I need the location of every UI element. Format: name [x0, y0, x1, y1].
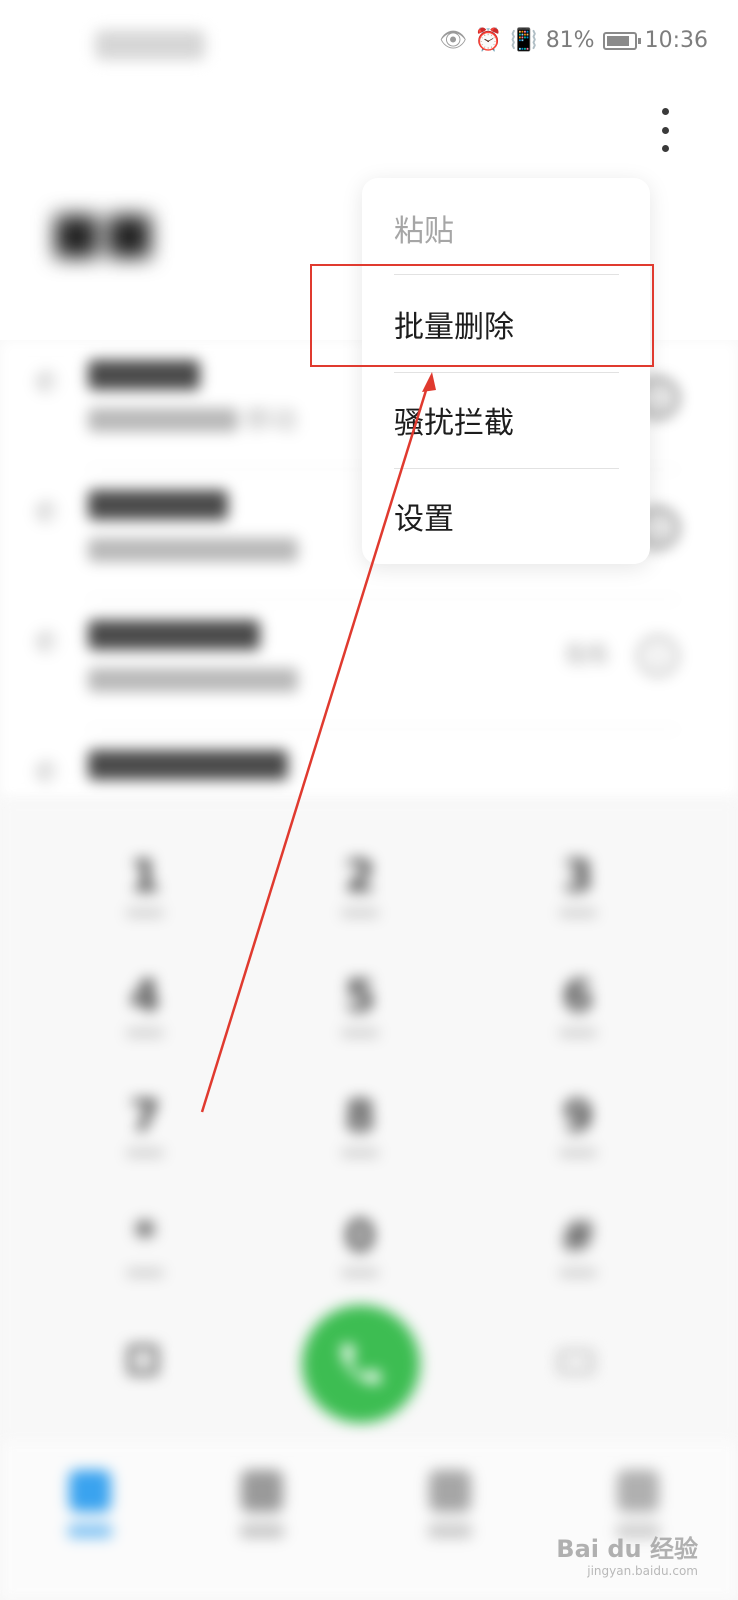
call-type-icon: ✆	[35, 628, 57, 658]
status-icons: 👁 ⏰ 📳 81% 10:36	[439, 28, 708, 53]
menu-item-settings[interactable]: 设置	[362, 468, 650, 564]
annotation-highlight-box	[310, 264, 654, 367]
contact-name	[88, 490, 228, 520]
favorites-tab-icon	[429, 1470, 471, 1512]
status-bar: 👁 ⏰ 📳 81% 10:36	[0, 0, 738, 90]
battery-icon	[602, 31, 641, 50]
call-detail	[88, 408, 238, 432]
more-tab-icon	[617, 1470, 659, 1512]
contact-name	[88, 620, 260, 650]
clock: 10:36	[644, 28, 708, 53]
carrier-text: 移动	[245, 406, 298, 436]
phone-tab-icon	[69, 1470, 111, 1512]
eye-icon: 👁	[438, 27, 467, 53]
call-detail	[88, 668, 298, 692]
dialpad-key-1[interactable]: 1	[85, 855, 205, 917]
baidu-watermark: Bai du 经验 jingyan.baidu.com	[556, 1529, 698, 1578]
call-type-icon: ✆	[35, 498, 57, 528]
more-options-icon[interactable]	[660, 108, 670, 152]
dialpad-key-hash[interactable]: #	[518, 1215, 638, 1277]
overflow-menu: 粘贴 批量删除 骚扰拦截 设置	[362, 178, 650, 564]
dialpad-key-6[interactable]: 6	[518, 975, 638, 1037]
contact-name	[88, 750, 288, 780]
page-title: ■■	[50, 200, 156, 265]
dialpad-key-0[interactable]: 0	[300, 1215, 420, 1277]
phone-screen: 👁 ⏰ 📳 81% 10:36 ■■ ✆ 移动 i ✆ i ✆ 8/6 i ✆ …	[0, 0, 738, 1600]
battery-percent: 81%	[545, 28, 595, 53]
call-type-icon: ✆	[35, 368, 57, 398]
dialpad-key-3[interactable]: 3	[518, 855, 638, 917]
carrier-label	[95, 30, 205, 60]
dialpad-key-5[interactable]: 5	[300, 975, 420, 1037]
nav-tab-phone[interactable]	[50, 1470, 130, 1538]
call-type-icon: ✆	[35, 758, 57, 788]
dialpad-key-8[interactable]: 8	[300, 1095, 420, 1157]
alarm-icon: ⏰	[474, 27, 503, 53]
keyboard-icon[interactable]	[558, 1350, 594, 1374]
dialpad-key-4[interactable]: 4	[85, 975, 205, 1037]
watermark-url: jingyan.baidu.com	[587, 1564, 698, 1578]
call-log-row[interactable]: ✆ 8/6 i	[0, 600, 738, 730]
menu-item-paste[interactable]: 粘贴	[362, 180, 650, 276]
dialpad-key-star[interactable]: *	[85, 1215, 205, 1277]
contact-name	[88, 360, 200, 390]
contacts-tab-icon	[241, 1470, 283, 1512]
vibrate-icon: 📳	[510, 27, 538, 53]
call-button[interactable]	[302, 1305, 420, 1423]
dialpad-key-7[interactable]: 7	[85, 1095, 205, 1157]
dialpad-key-2[interactable]: 2	[300, 855, 420, 917]
nav-tab-more[interactable]	[598, 1470, 678, 1538]
nav-tab-contacts[interactable]	[222, 1470, 302, 1538]
watermark-text: Bai du 经验	[556, 1535, 698, 1563]
call-count: 8/6	[566, 640, 608, 670]
dialpad-collapse-icon[interactable]	[128, 1345, 158, 1375]
phone-icon	[341, 1344, 381, 1384]
call-detail	[88, 538, 298, 562]
nav-tab-favorites[interactable]	[410, 1470, 490, 1538]
dialpad-key-9[interactable]: 9	[518, 1095, 638, 1157]
menu-item-harassment-block[interactable]: 骚扰拦截	[362, 372, 650, 468]
info-icon[interactable]: i	[638, 636, 678, 676]
